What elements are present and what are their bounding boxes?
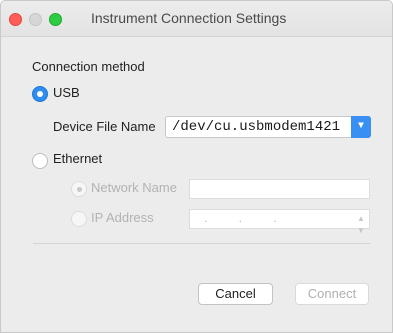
usb-label: USB <box>53 85 80 100</box>
window-title: Instrument Connection Settings <box>91 10 287 26</box>
ethernet-radio[interactable] <box>32 153 48 169</box>
ethernet-label: Ethernet <box>53 151 103 166</box>
close-window-icon[interactable] <box>9 13 22 26</box>
device-file-value: /dev/cu.usbmodem1421 <box>172 119 341 135</box>
ip-address-label: IP Address <box>91 210 154 225</box>
connect-button[interactable]: Connect <box>295 283 369 305</box>
device-file-name-label: Device File Name <box>53 119 156 134</box>
device-file-select[interactable]: /dev/cu.usbmodem1421 ▼ <box>165 116 371 138</box>
ip-address-radio[interactable] <box>71 211 87 227</box>
title-bar: Instrument Connection Settings <box>1 1 392 37</box>
usb-radio[interactable] <box>32 86 48 102</box>
connection-method-label: Connection method <box>32 59 145 74</box>
cancel-button[interactable]: Cancel <box>198 283 273 305</box>
divider <box>33 243 370 244</box>
stepper-icon[interactable]: ▲ ▼ <box>356 213 366 235</box>
network-name-input[interactable] <box>189 179 370 199</box>
ip-address-placeholder: . . . <box>204 211 291 225</box>
network-name-radio[interactable] <box>71 181 87 197</box>
zoom-window-icon[interactable] <box>49 13 62 26</box>
connection-settings-window: Instrument Connection Settings Connectio… <box>0 0 393 333</box>
minimize-window-icon[interactable] <box>29 13 42 26</box>
ip-address-input[interactable]: . . . ▲ ▼ <box>189 209 370 235</box>
network-name-label: Network Name <box>91 180 177 195</box>
chevron-down-icon[interactable]: ▼ <box>351 116 371 138</box>
